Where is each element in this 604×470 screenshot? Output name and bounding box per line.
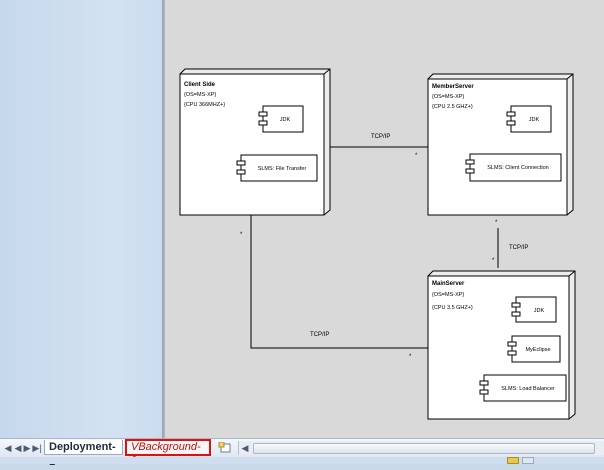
node-title: Client Side [184,82,216,88]
scrollbar-thumb[interactable] [253,443,595,454]
component-label: SLMS: File Transfer [258,166,307,172]
status-icon[interactable] [522,457,534,464]
tab-deployment-1[interactable]: Deployment-1 [44,440,123,468]
link-label-member-main: TCP/IP [509,245,528,251]
node-title: MainServer [432,281,465,287]
last-sheet-button[interactable]: ▶| [31,442,43,454]
insert-page-icon[interactable] [218,441,232,453]
multiplicity: * [495,220,498,226]
component-slms-file-transfer[interactable]: SLMS: File Transfer [236,154,318,182]
node-member-server[interactable]: MemberServer {OS=MS-XP} {CPU 2.5 GHZ+} J… [427,73,574,216]
component-jdk[interactable]: JDK [511,296,557,323]
left-panel [0,0,162,438]
node-prop: {CPU 3.5 GHZ+} [432,305,473,311]
status-icon[interactable] [507,457,519,464]
first-sheet-button[interactable]: ◀ [3,442,13,454]
node-title: MemberServer [432,84,474,90]
node-prop: {OS=MS-XP} [184,92,216,98]
deployment-diagram[interactable]: TCP/IP TCP/IP TCP/IP * * * * * Client Si… [165,0,604,438]
node-main-server[interactable]: MainServer {OS=MS-XP} {CPU 3.5 GHZ+} JDK… [427,270,576,420]
component-jdk[interactable]: JDK [506,105,552,133]
scroll-left-arrow-icon[interactable]: ◀ [239,441,251,455]
node-prop: {OS=MS-XP} [432,94,464,100]
sheet-tab-bar: ◀ ◀ ▶ ▶| Deployment-1 VBackground-1 ◀ [0,438,604,468]
diagram-canvas[interactable]: TCP/IP TCP/IP TCP/IP * * * * * Client Si… [165,0,604,438]
component-myeclipse[interactable]: MyEclipse [507,335,561,363]
component-jdk[interactable]: JDK [258,105,304,133]
link-client-main[interactable] [250,215,428,349]
node-client-side[interactable]: Client Side {OS=MS-XP} {CPU 366MHZ+} JDK… [179,68,331,216]
component-label: SLMS: Client Connection [487,165,548,171]
multiplicity: * [409,354,412,360]
component-slms-load-balancer[interactable]: SLMS: Load Balancer [479,374,567,402]
horizontal-scrollbar[interactable]: ◀ [238,441,604,455]
component-label: SLMS: Load Balancer [501,386,555,392]
multiplicity: * [415,153,418,159]
tab-vbackground-1[interactable]: VBackground-1 [125,439,211,466]
multiplicity: * [240,232,243,238]
link-label-client-main: TCP/IP [310,332,329,338]
component-label: JDK [529,117,540,123]
link-label-client-member: TCP/IP [371,134,390,140]
node-prop: {OS=MS-XP} [432,292,464,298]
status-bar [0,457,604,464]
component-slms-client-connection[interactable]: SLMS: Client Connection [465,153,562,182]
node-prop: {CPU 2.5 GHZ+} [432,104,473,110]
component-label: JDK [534,308,545,314]
multiplicity: * [492,258,495,264]
component-label: MyEclipse [525,347,550,353]
component-label: JDK [280,117,291,123]
node-prop: {CPU 366MHZ+} [184,102,225,108]
